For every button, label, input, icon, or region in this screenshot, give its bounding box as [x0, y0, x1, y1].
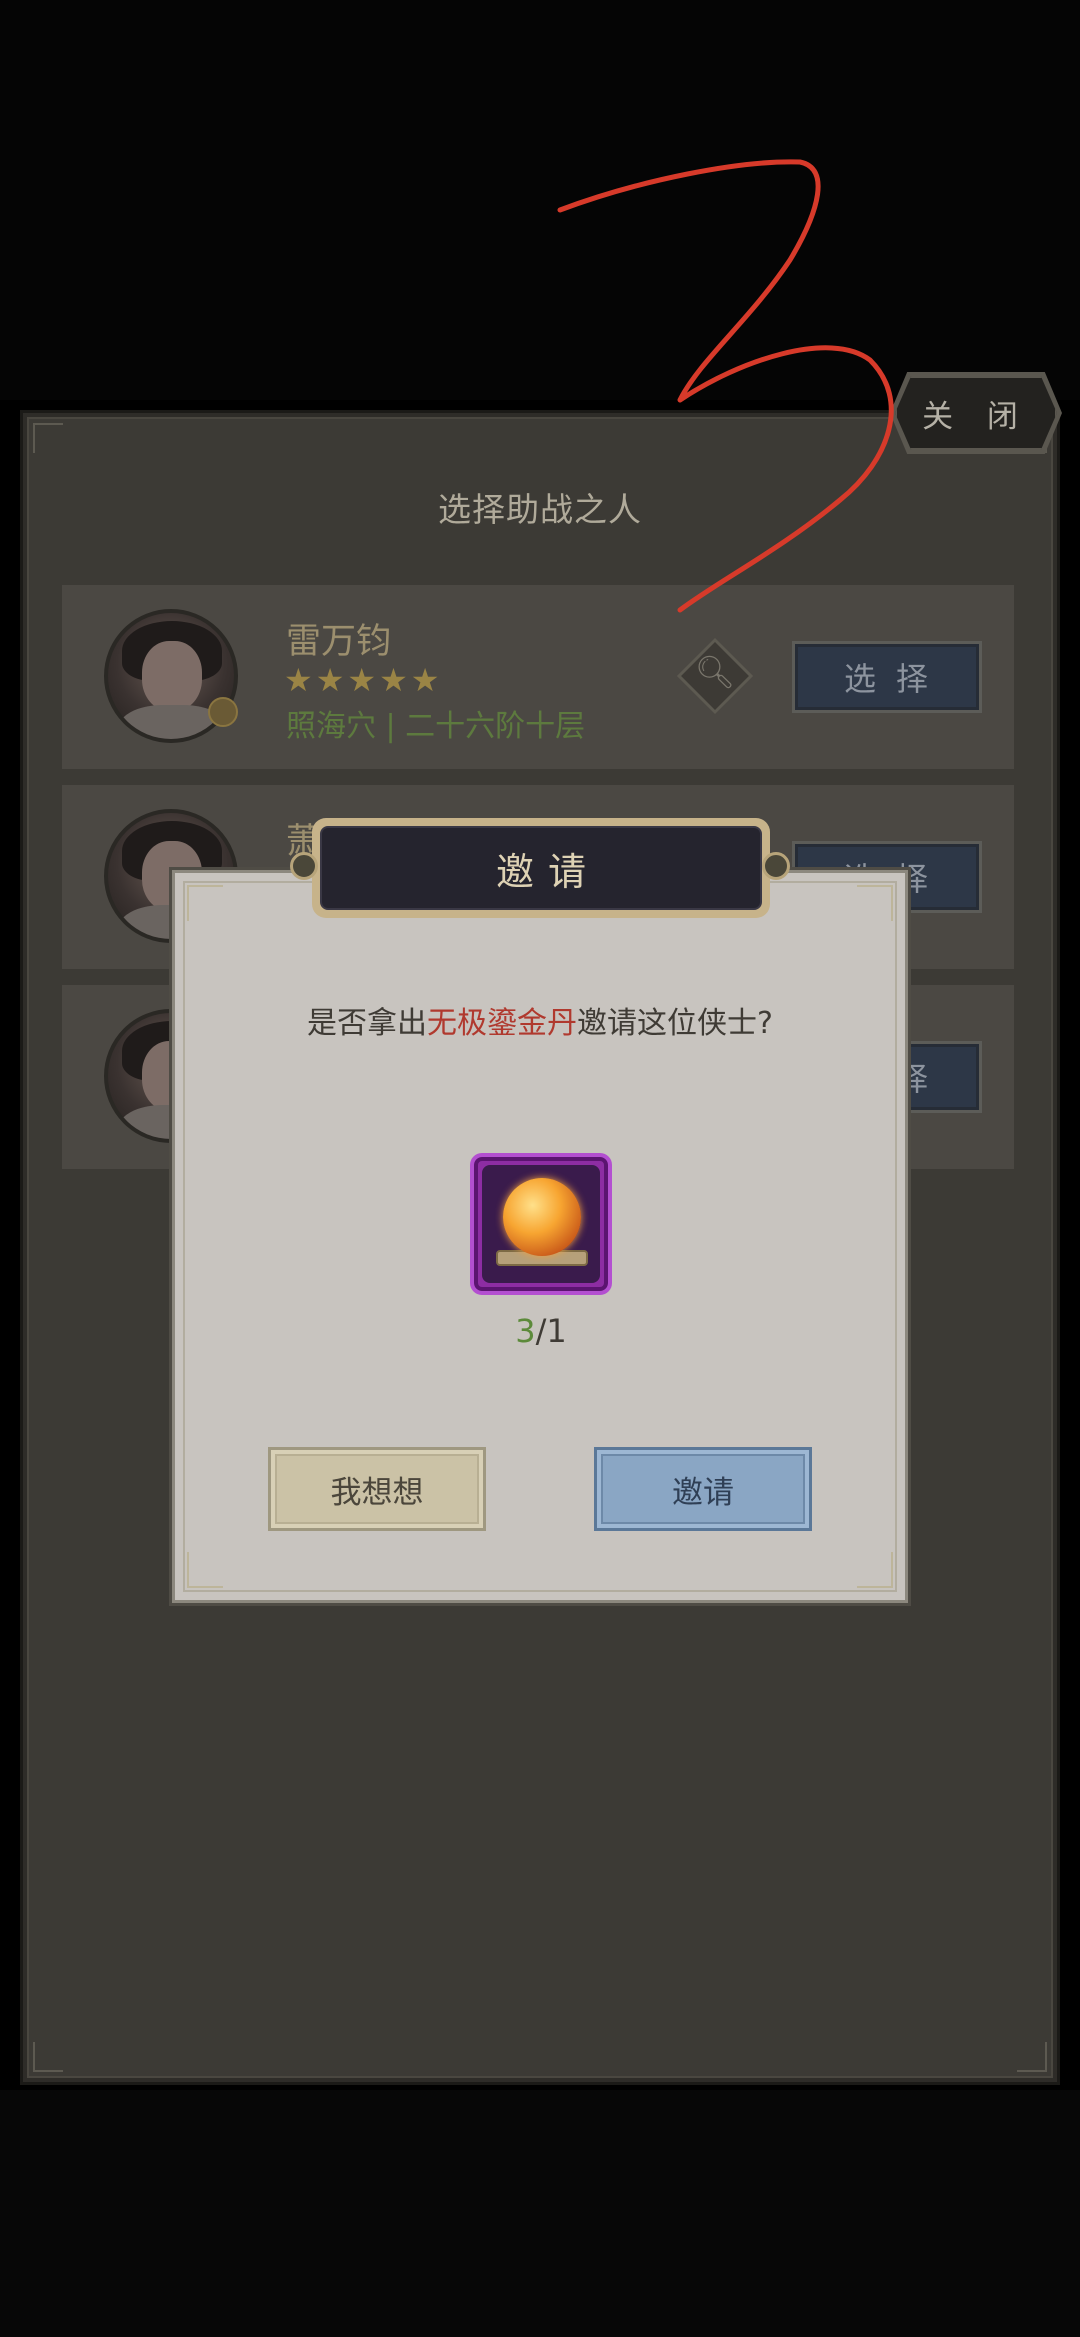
dialog-corner-ornament — [857, 885, 893, 921]
dialog-title: 邀请 — [320, 826, 762, 910]
count-separator: / — [535, 1312, 547, 1350]
background-scene — [0, 0, 1080, 400]
title-ornament-icon — [290, 852, 318, 880]
cancel-button[interactable]: 我想想 — [268, 1447, 486, 1531]
dialog-corner-ornament — [857, 1552, 893, 1588]
select-button[interactable]: 选择 — [792, 641, 982, 713]
hero-location: 照海穴 | 二十六阶十层 — [286, 709, 586, 744]
count-required: 1 — [546, 1312, 567, 1350]
invite-confirm-button[interactable]: 邀请 — [594, 1447, 812, 1531]
list-item[interactable]: 雷万钧 ★★★★★ 照海穴 | 二十六阶十层 🔍︎ 选择 — [62, 585, 1014, 769]
item-count: 3/1 — [472, 1312, 610, 1350]
hero-name: 雷万钧 — [286, 622, 392, 662]
panel-corner-ornament — [1017, 2042, 1047, 2072]
question-prefix: 是否拿出 — [307, 1006, 428, 1041]
count-current: 3 — [515, 1312, 536, 1350]
item-name: 无极鎏金丹 — [427, 1006, 578, 1041]
star-rating: ★★★★★ — [284, 661, 443, 699]
dialog-corner-ornament — [187, 885, 223, 921]
search-icon: 🔍︎ — [694, 653, 736, 691]
panel-title: 选择助战之人 — [438, 490, 642, 529]
panel-corner-ornament — [33, 423, 63, 453]
background-bottom — [0, 2090, 1080, 2337]
rank-badge-icon — [208, 697, 238, 727]
dialog-question: 是否拿出无极鎏金丹邀请这位侠士? — [172, 998, 908, 1042]
close-button[interactable]: 关 闭 — [895, 376, 1057, 450]
golden-pill-orb-icon — [503, 1178, 581, 1256]
title-ornament-icon — [762, 852, 790, 880]
question-suffix: 邀请这位侠士? — [577, 1006, 773, 1041]
panel-corner-ornament — [33, 2042, 63, 2072]
dialog-corner-ornament — [187, 1552, 223, 1588]
